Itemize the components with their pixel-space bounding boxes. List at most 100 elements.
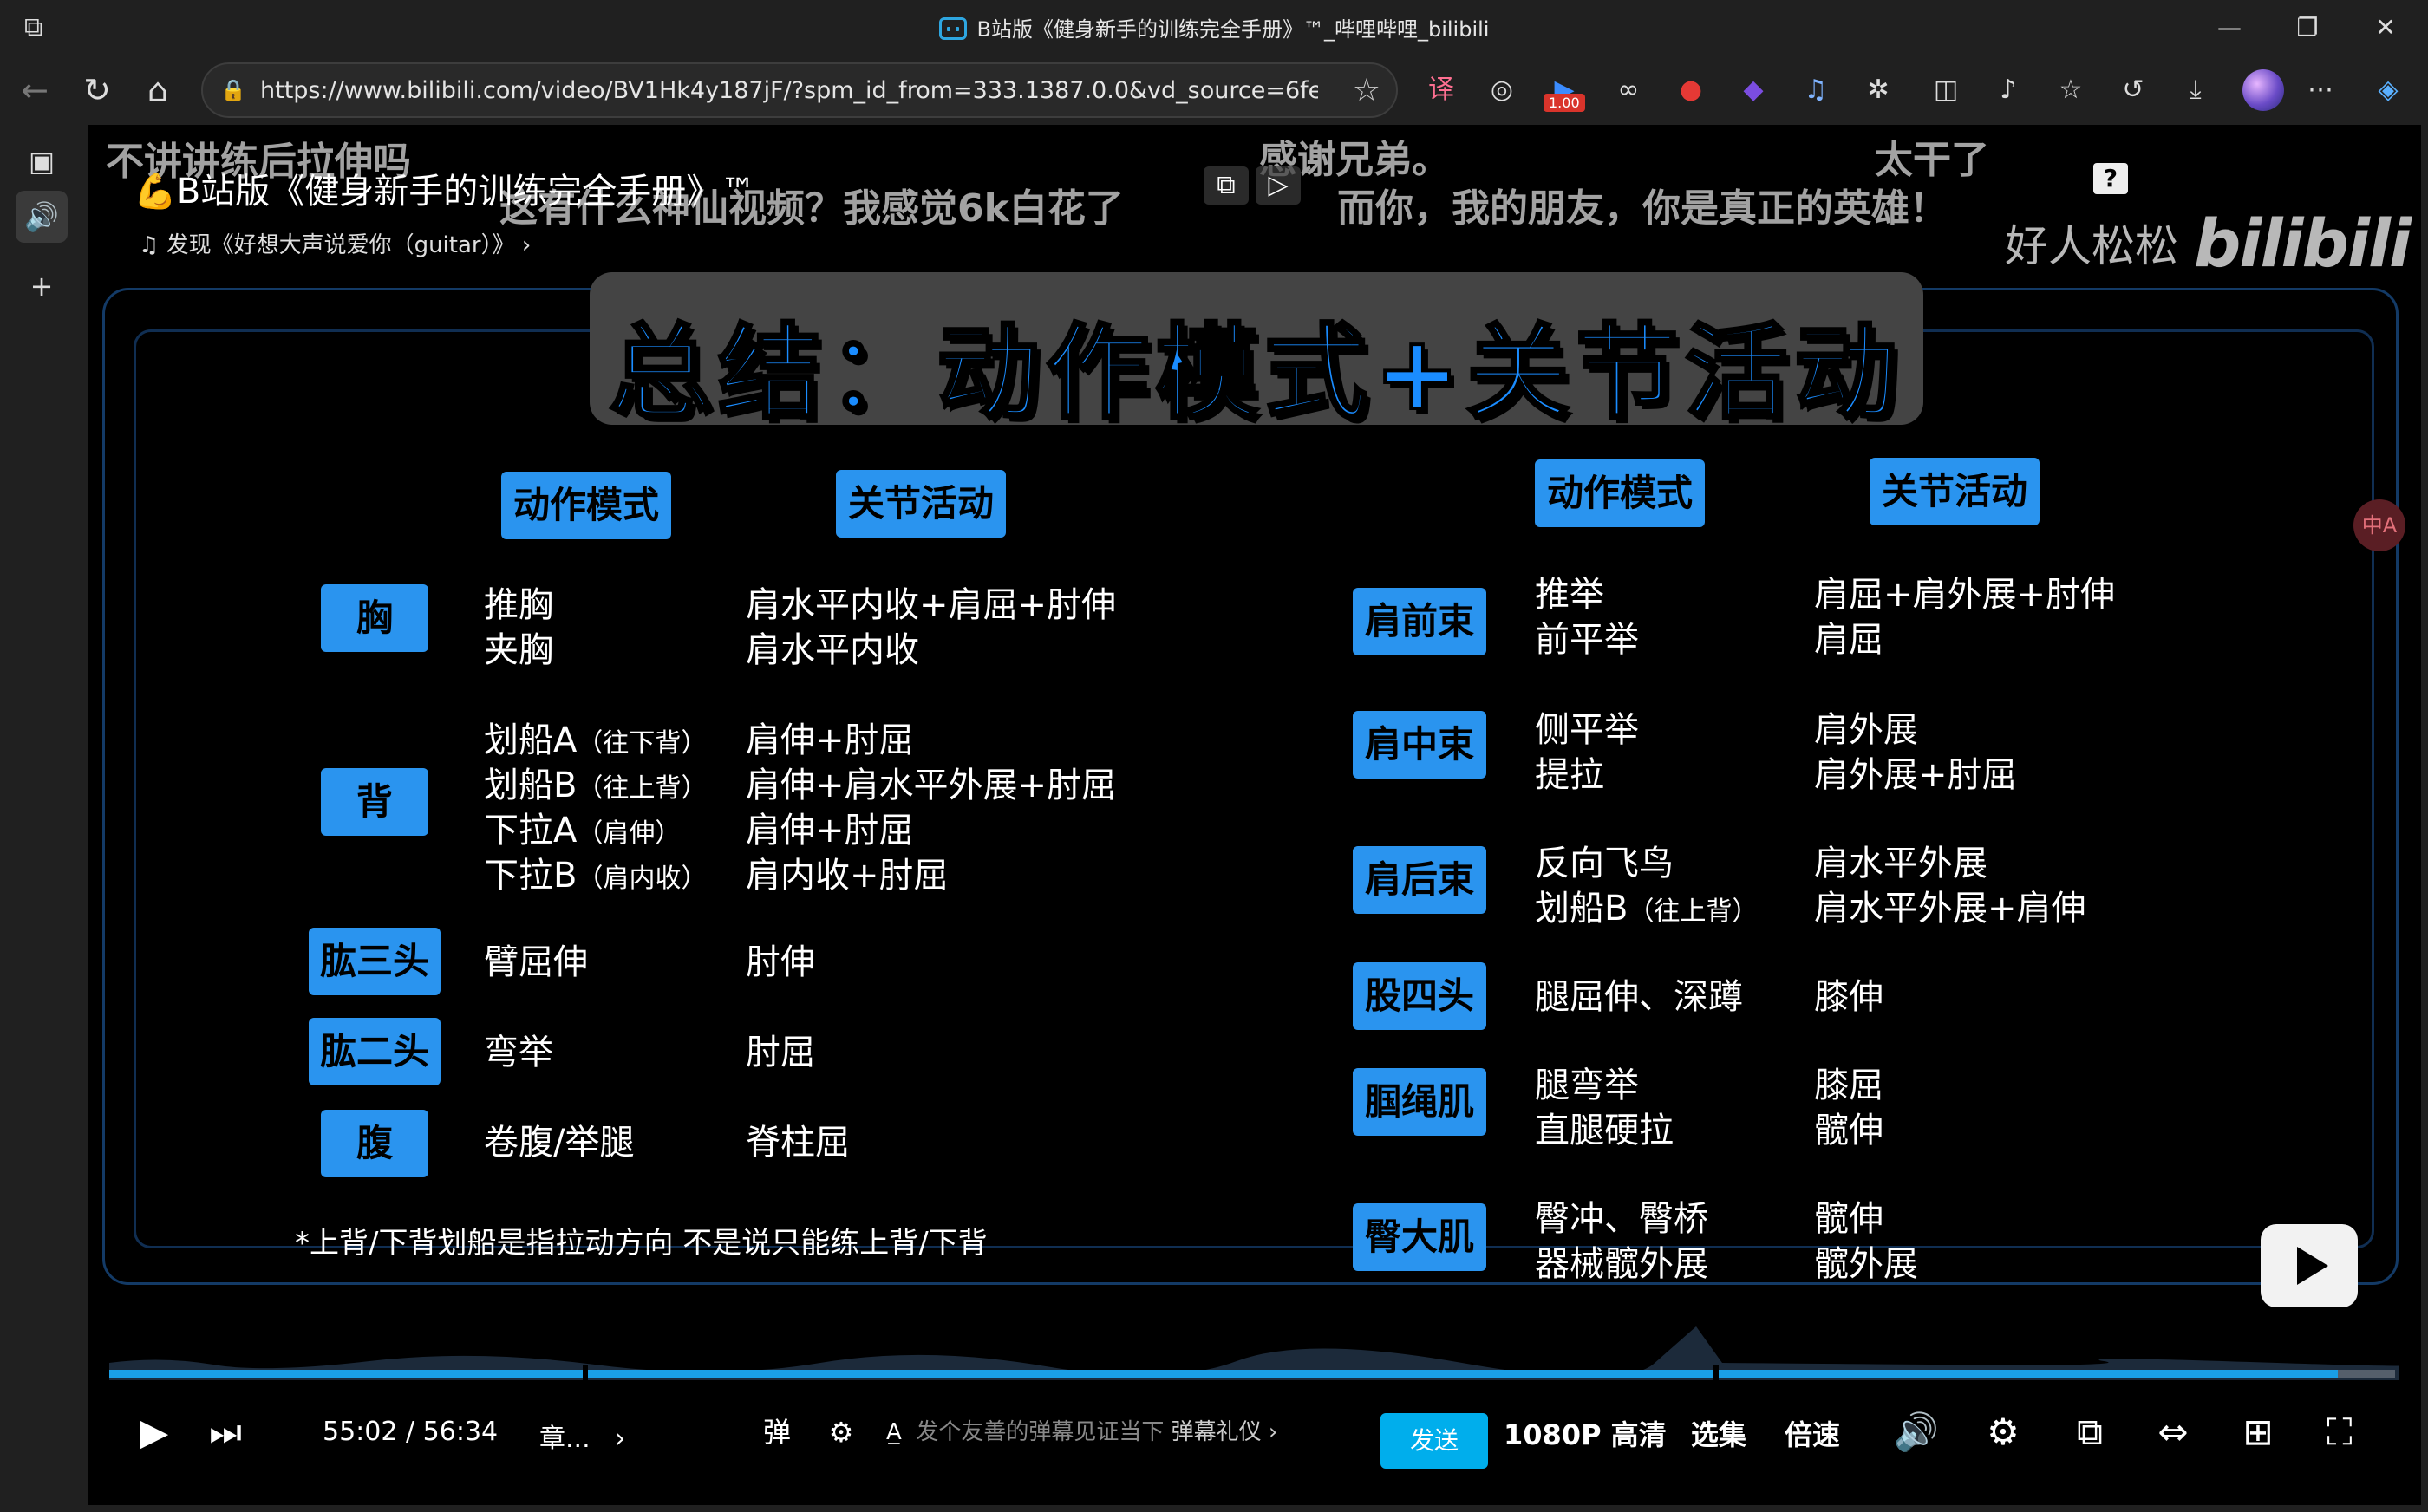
pattern-text: 直腿硬拉: [1535, 1111, 1674, 1150]
picture-in-picture-icon[interactable]: ⧉: [1204, 166, 1249, 205]
joint-text: 膝屈: [1814, 1066, 1883, 1105]
window-title-text: B站版《健身新手的训练完全手册》™_哔哩哔哩_bilibili: [976, 17, 1490, 42]
favorite-star-icon[interactable]: ☆: [1353, 73, 1380, 108]
red-extension-icon[interactable]: ●: [1672, 71, 1710, 109]
window-title: B站版《健身新手的训练完全手册》™_哔哩哔哩_bilibili: [0, 12, 2428, 42]
play-icon[interactable]: ▶: [130, 1408, 179, 1457]
settings-gear-icon[interactable]: ⚙: [1979, 1408, 2027, 1457]
header-right-pattern: 动作模式: [1535, 459, 1705, 527]
refresh-icon[interactable]: ↻: [75, 68, 120, 113]
pattern-text: 推举: [1535, 575, 1604, 615]
translate-extension-icon[interactable]: 译: [1422, 71, 1460, 109]
danmaku-toggle-icon[interactable]: 弹: [753, 1408, 801, 1457]
tab-actions-icon[interactable]: ▣: [16, 135, 68, 187]
back-icon[interactable]: ←: [12, 68, 57, 113]
footnote: *上背/下背划船是指拉动方向 不是说只能练上背/下背: [295, 1226, 988, 1261]
joint-text: 肩外展+肘屈: [1814, 755, 2017, 795]
purple-extension-icon[interactable]: ◆: [1734, 71, 1772, 109]
quality-button[interactable]: 1080P 高清: [1504, 1413, 1667, 1453]
chapter-marker: [1713, 1365, 1719, 1384]
incognito-extension-icon[interactable]: ◎: [1483, 71, 1521, 109]
video-player[interactable]: 不讲讲练后拉伸吗 这有什么神仙视频？我感觉6k白花了 感谢兄弟。 而你，我的朋友…: [88, 125, 2421, 1505]
slide-headline: 总结：动作模式+关节活动: [608, 311, 1904, 434]
total-time: 56:34: [422, 1417, 499, 1447]
fullscreen-icon[interactable]: ⛶: [2315, 1408, 2364, 1457]
pattern-text: 侧平举: [1535, 710, 1639, 750]
danmaku-comment: 太干了: [1875, 138, 1989, 182]
time-display: 55:02 / 56:34: [323, 1417, 498, 1447]
url-text[interactable]: https://www.bilibili.com/video/BV1Hk4y18…: [260, 77, 1318, 104]
title-bar: ⧉ B站版《健身新手的训练完全手册》™_哔哩哔哩_bilibili — ❐ ✕: [0, 0, 2428, 55]
danmaku-settings-icon[interactable]: ⚙: [817, 1408, 865, 1457]
pattern-text: 腿弯举: [1535, 1066, 1639, 1105]
minimize-button[interactable]: —: [2190, 7, 2268, 49]
history-icon[interactable]: ↺: [2114, 71, 2152, 109]
muscle-label: 股四头: [1353, 962, 1486, 1030]
send-danmaku-button[interactable]: 发送: [1380, 1413, 1488, 1469]
pattern-text: 卷腹/举腿: [484, 1123, 635, 1163]
pattern-name: 下拉B: [484, 856, 578, 896]
episodes-button[interactable]: 选集: [1691, 1413, 1746, 1453]
watermark-name: 好人松松: [2005, 221, 2178, 271]
joint-text: 髋伸: [1814, 1111, 1883, 1150]
danmaku-etiquette-link[interactable]: 弹幕礼仪 ›: [1172, 1419, 1278, 1445]
widescreen-icon[interactable]: ⇔: [2149, 1408, 2197, 1457]
speed-button[interactable]: 倍速: [1785, 1413, 1840, 1453]
video-title-overlay: 💪B站版《健身新手的训练完全手册》™: [134, 172, 756, 212]
time-separator: /: [406, 1417, 415, 1447]
translate-bubble[interactable]: 中A: [2353, 499, 2405, 551]
header-right-joint: 关节活动: [1870, 458, 2040, 525]
lock-icon[interactable]: 🔒: [220, 78, 246, 102]
watermark-logo: bilibili: [2194, 205, 2412, 282]
glasses-extension-icon[interactable]: ∞: [1609, 71, 1648, 109]
new-tab-icon[interactable]: +: [16, 260, 68, 312]
media-control-icon[interactable]: ♪: [1989, 71, 2027, 109]
sound-tab-icon[interactable]: 🔊: [16, 191, 68, 243]
pattern-name: 下拉A: [484, 811, 578, 850]
music-extension-icon[interactable]: ♫: [1797, 71, 1835, 109]
home-icon[interactable]: ⌂: [135, 68, 180, 113]
pattern-text: 划船B（往上背）: [484, 763, 707, 811]
background-music-link[interactable]: ♫ 发现《好想大声说爱你（guitar）》 ›: [139, 227, 531, 259]
favorites-icon[interactable]: ☆: [2052, 71, 2090, 109]
progress-fill[interactable]: [109, 1370, 2338, 1378]
extensions-puzzle-icon[interactable]: ✲: [1859, 71, 1897, 109]
ai-assistant-icon[interactable]: ▷: [1256, 166, 1301, 205]
header-left-pattern: 动作模式: [501, 472, 671, 539]
current-time: 55:02: [323, 1417, 398, 1447]
picture-in-picture-icon[interactable]: ⧉: [2066, 1408, 2114, 1457]
next-icon[interactable]: ⏭: [201, 1408, 250, 1457]
web-fullscreen-icon[interactable]: ⊞: [2234, 1408, 2282, 1457]
header-left-joint: 关节活动: [836, 470, 1006, 538]
more-menu-icon[interactable]: ⋯: [2301, 71, 2340, 109]
bilibili-play-logo-icon[interactable]: [2261, 1224, 2358, 1307]
muscle-label: 腹: [321, 1110, 428, 1177]
joint-text: 肩水平外展+肩伸: [1814, 889, 2086, 929]
speed-badge: 1.00: [1544, 94, 1585, 112]
copilot-icon[interactable]: ◈: [2369, 71, 2407, 109]
pattern-text: 臀冲、臀桥: [1535, 1199, 1708, 1239]
text-style-icon[interactable]: A̲: [886, 1419, 902, 1445]
pattern-text: 前平举: [1535, 620, 1639, 660]
muscle-label: 肱三头: [309, 928, 441, 995]
danmaku-input[interactable]: A̲ 发个友善的弹幕见证当下 弹幕礼仪 ›: [886, 1406, 1380, 1458]
muscle-label: 肱二头: [309, 1018, 441, 1085]
chapter-button[interactable]: 章... ›: [539, 1417, 625, 1455]
profile-avatar[interactable]: [2242, 69, 2284, 111]
joint-text: 肩外展: [1814, 710, 1918, 750]
pattern-text: 提拉: [1535, 755, 1604, 795]
maximize-button[interactable]: ❐: [2268, 7, 2346, 49]
address-bar[interactable]: 🔒 https://www.bilibili.com/video/BV1Hk4y…: [201, 62, 1398, 118]
close-button[interactable]: ✕: [2346, 7, 2425, 49]
downloads-icon[interactable]: ⤓: [2177, 71, 2215, 109]
muscle-label: 肩前束: [1353, 588, 1486, 655]
joint-text: 肩伸+肘屈: [746, 811, 914, 850]
uploader-watermark: 好人松松 bilibili: [2005, 205, 2412, 282]
danmaku-comment: 而你，我的朋友，你是真正的英雄！: [1337, 186, 1948, 231]
split-screen-icon[interactable]: ◫: [1927, 71, 1965, 109]
pattern-note: （往上背）: [1628, 896, 1759, 927]
help-question-icon[interactable]: ?: [2093, 163, 2128, 194]
joint-text: 肩伸+肩水平外展+肘屈: [746, 766, 1117, 805]
joint-text: 膝伸: [1814, 977, 1883, 1017]
volume-icon[interactable]: 🔊: [1892, 1408, 1941, 1457]
